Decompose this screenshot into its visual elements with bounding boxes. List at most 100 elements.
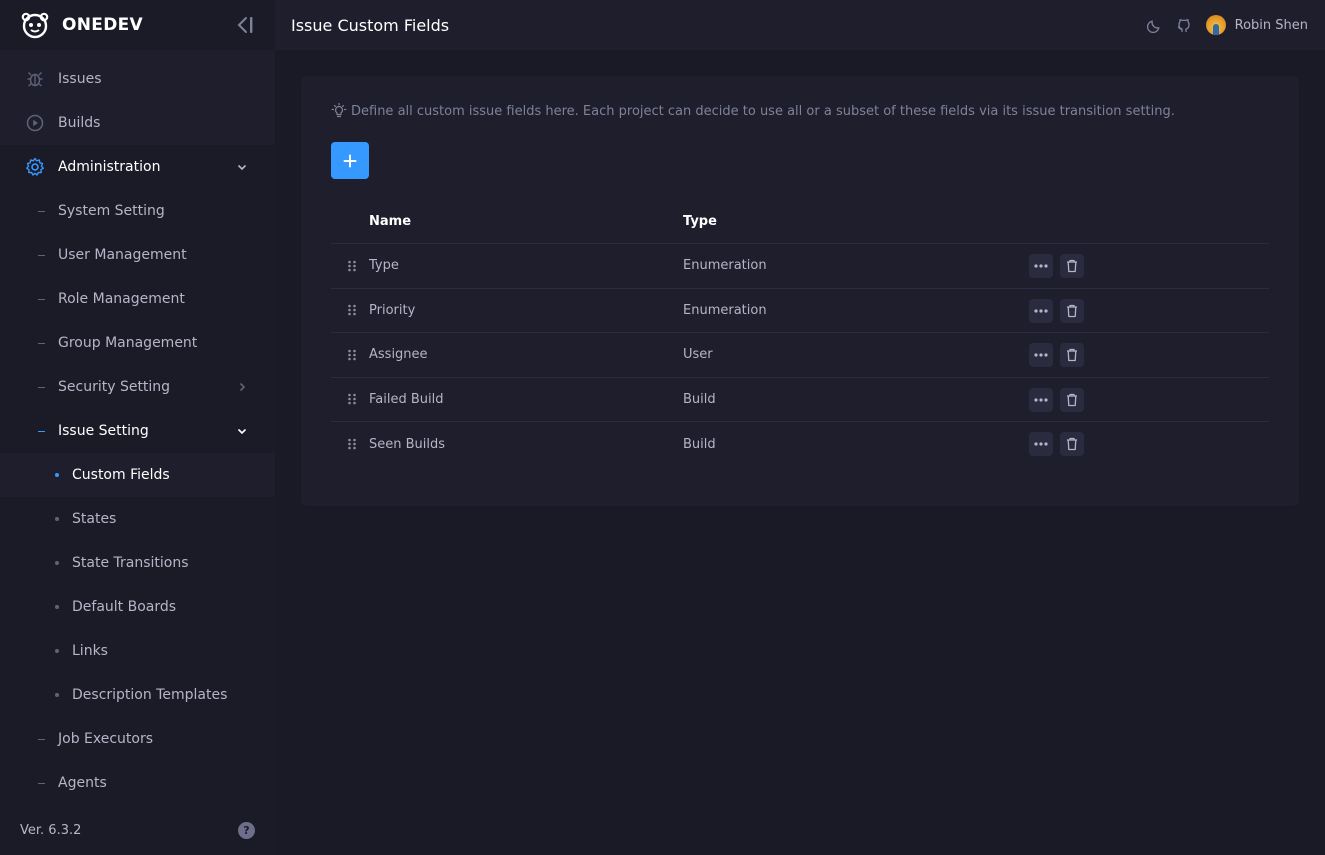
sidebar-item-user-management[interactable]: User Management <box>0 233 275 277</box>
bullet-dash <box>38 738 45 740</box>
delete-button[interactable] <box>1060 254 1084 278</box>
ellipsis-icon <box>1034 264 1048 268</box>
trash-icon <box>1067 304 1077 317</box>
github-icon[interactable] <box>1175 16 1193 34</box>
administration-submenu: System Setting User Management Role Mana… <box>0 189 275 805</box>
sidebar-item-label: Job Executors <box>58 731 154 747</box>
header-actions: Robin Shen <box>1146 0 1308 50</box>
ellipsis-icon <box>1034 442 1048 446</box>
custom-fields-card: Define all custom issue fields here. Eac… <box>301 76 1299 506</box>
more-actions-button[interactable] <box>1029 254 1053 278</box>
table-row: Assignee User <box>331 333 1269 378</box>
drag-handle-icon[interactable] <box>347 438 357 450</box>
sidebar-item-default-boards[interactable]: Default Boards <box>0 585 275 629</box>
sidebar-item-agents[interactable]: Agents <box>0 761 275 805</box>
sidebar-item-label: User Management <box>58 247 187 263</box>
more-actions-button[interactable] <box>1029 343 1053 367</box>
more-actions-button[interactable] <box>1029 432 1053 456</box>
field-type: Build <box>683 436 716 452</box>
add-field-button[interactable] <box>331 142 369 179</box>
sidebar-item-label: Agents <box>58 775 107 791</box>
onedev-logo-icon <box>21 12 49 39</box>
bullet-dash <box>38 254 45 256</box>
sidebar-item-label: System Setting <box>58 203 165 219</box>
sidebar-footer: Ver. 6.3.2 ? <box>0 805 275 855</box>
page-title: Issue Custom Fields <box>291 15 450 35</box>
lightbulb-icon <box>331 103 347 119</box>
more-actions-button[interactable] <box>1029 387 1053 412</box>
chevron-right-icon <box>235 380 249 394</box>
sidebar-item-states[interactable]: States <box>0 497 275 541</box>
chevron-down-icon <box>235 160 249 174</box>
sidebar-item-administration[interactable]: Administration <box>0 145 275 189</box>
delete-button[interactable] <box>1060 343 1084 367</box>
sidebar-menu: Issues Builds Administration System Sett… <box>0 57 275 805</box>
table-header: Name Type <box>331 199 1269 244</box>
tip-message: Define all custom issue fields here. Eac… <box>331 103 1175 119</box>
sidebar-item-label: Builds <box>58 115 101 131</box>
field-name[interactable]: Failed Build <box>369 392 444 407</box>
bullet-dot <box>55 473 59 477</box>
field-name[interactable]: Assignee <box>369 347 428 362</box>
tip-text: Define all custom issue fields here. Eac… <box>351 103 1175 119</box>
sidebar-item-label: States <box>72 511 117 527</box>
ellipsis-icon <box>1034 308 1048 313</box>
version-label: Ver. 6.3.2 <box>20 822 82 838</box>
sidebar-item-issue-setting[interactable]: Issue Setting <box>0 409 275 453</box>
sidebar-item-label: State Transitions <box>72 555 189 571</box>
dark-mode-moon-icon[interactable] <box>1146 16 1164 34</box>
sidebar-item-label: Issues <box>58 71 102 87</box>
trash-icon <box>1067 393 1077 406</box>
table-row: Type Enumeration <box>331 244 1269 289</box>
sidebar-item-label: Links <box>72 643 108 659</box>
custom-fields-table: Name Type Type Enumeration Priority Enum… <box>331 199 1269 467</box>
field-type: Enumeration <box>683 258 767 274</box>
sidebar-item-links[interactable]: Links <box>0 629 275 673</box>
sidebar-collapse-button[interactable] <box>234 13 256 37</box>
drag-handle-icon[interactable] <box>347 260 357 272</box>
bullet-dot <box>55 693 59 697</box>
bullet-dot <box>55 649 59 653</box>
help-icon[interactable]: ? <box>238 822 255 839</box>
avatar[interactable] <box>1205 15 1226 35</box>
top-header: Issue Custom Fields Robin Shen <box>275 0 1325 50</box>
sidebar-item-label: Description Templates <box>72 687 228 703</box>
field-name[interactable]: Seen Builds <box>369 437 445 452</box>
sidebar-item-state-transitions[interactable]: State Transitions <box>0 541 275 585</box>
delete-button[interactable] <box>1060 387 1084 412</box>
sidebar-item-label: Group Management <box>58 335 198 351</box>
user-name[interactable]: Robin Shen <box>1235 18 1308 33</box>
field-name[interactable]: Type <box>369 258 399 273</box>
drag-handle-icon[interactable] <box>347 349 357 361</box>
bullet-dot <box>55 561 59 565</box>
field-type: User <box>683 347 713 363</box>
drag-handle-icon[interactable] <box>347 304 357 316</box>
field-type: Enumeration <box>683 302 767 318</box>
bullet-dash <box>38 386 45 388</box>
delete-button[interactable] <box>1060 298 1084 323</box>
more-actions-button[interactable] <box>1029 298 1053 323</box>
bullet-dash <box>38 782 45 784</box>
sidebar-item-system-setting[interactable]: System Setting <box>0 189 275 233</box>
sidebar-item-group-management[interactable]: Group Management <box>0 321 275 365</box>
bullet-dash <box>38 342 45 344</box>
bullet-dash <box>38 210 45 212</box>
sidebar-item-custom-fields[interactable]: Custom Fields <box>0 453 275 497</box>
plus-icon <box>343 154 357 167</box>
bullet-dash <box>38 430 45 432</box>
sidebar-item-security-setting[interactable]: Security Setting <box>0 365 275 409</box>
drag-handle-icon[interactable] <box>347 393 357 405</box>
sidebar-item-job-executors[interactable]: Job Executors <box>0 717 275 761</box>
table-row: Failed Build Build <box>331 378 1269 422</box>
trash-icon <box>1067 437 1077 451</box>
ellipsis-icon <box>1034 397 1048 402</box>
gear-icon <box>25 157 45 177</box>
sidebar-item-issues[interactable]: Issues <box>0 57 275 101</box>
sidebar-item-label: Custom Fields <box>72 467 170 483</box>
sidebar-item-description-templates[interactable]: Description Templates <box>0 673 275 717</box>
sidebar-item-role-management[interactable]: Role Management <box>0 277 275 321</box>
sidebar-item-builds[interactable]: Builds <box>0 101 275 145</box>
field-name[interactable]: Priority <box>369 303 415 318</box>
collapse-left-icon <box>237 17 253 33</box>
delete-button[interactable] <box>1060 432 1084 456</box>
